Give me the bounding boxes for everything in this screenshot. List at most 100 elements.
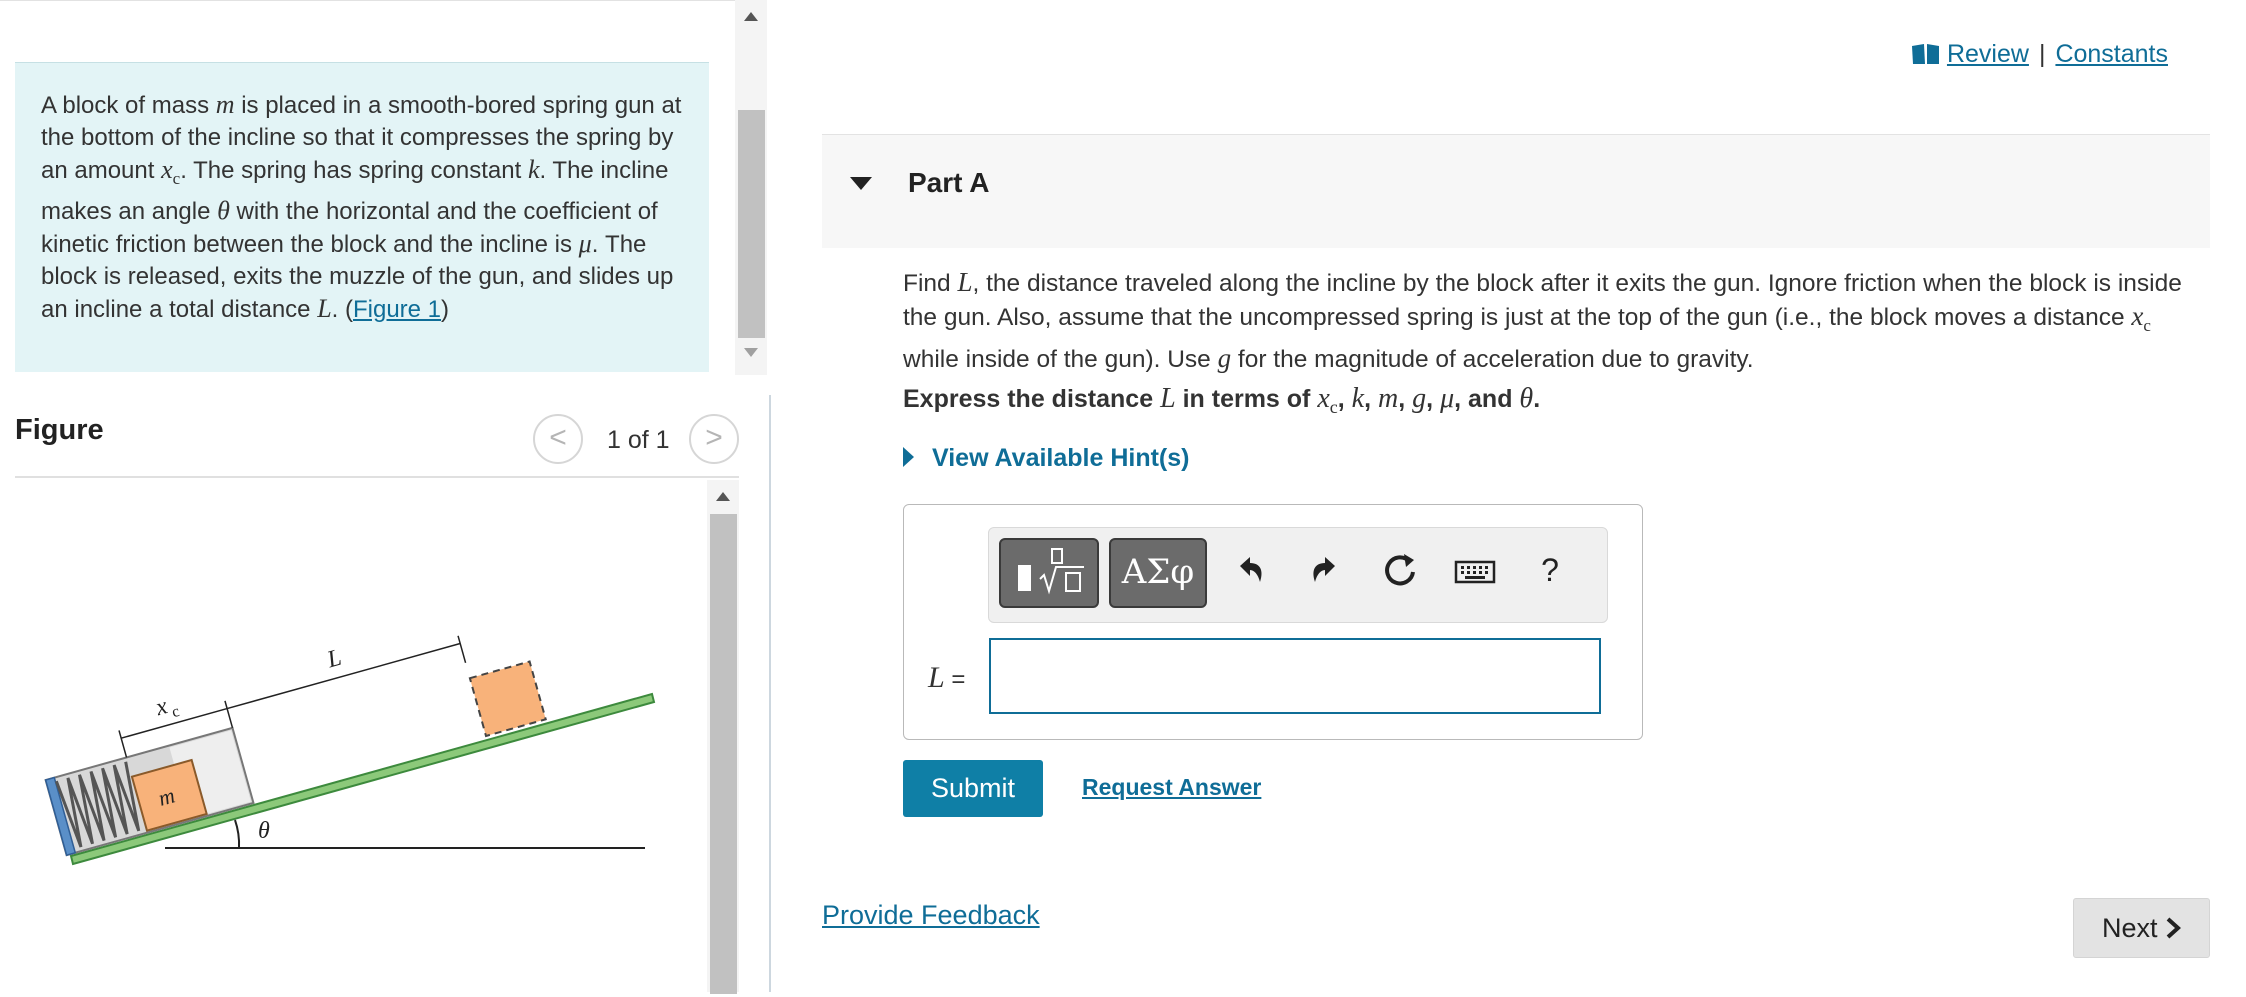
pane-divider[interactable]: [769, 395, 771, 992]
var-xc: x: [1317, 383, 1330, 414]
link-separator: |: [2038, 40, 2046, 68]
instruction-fragment: ,: [1398, 385, 1413, 413]
theta-arc: [234, 819, 241, 849]
chevron-left-icon: <: [549, 421, 567, 454]
problem-text: A block of mass: [41, 92, 216, 119]
incline-diagram: θ m x c L: [44, 635, 656, 866]
view-hints-toggle[interactable]: View Available Hint(s): [903, 444, 1189, 473]
instruction-fragment: ,: [1426, 385, 1441, 413]
question-fragment: Find: [903, 270, 958, 297]
spring-gun: m x c L: [44, 635, 547, 857]
var-m: m: [1378, 383, 1399, 414]
templates-button[interactable]: [999, 538, 1099, 608]
var-xc-subscript: c: [2143, 315, 2151, 335]
var-xc: x: [2131, 301, 2144, 331]
keyboard-icon[interactable]: [1450, 550, 1500, 600]
xc-tick-right: [224, 700, 234, 729]
problem-statement: A block of mass m is placed in a smooth-…: [15, 62, 709, 372]
problem-text: . The spring has spring constant: [180, 157, 528, 184]
var-xc-subscript: c: [1329, 397, 1338, 417]
constants-link[interactable]: Constants: [2055, 40, 2168, 68]
figure-scrollbar[interactable]: [707, 480, 739, 994]
L-dimension-line: [226, 642, 461, 710]
var-theta: θ: [1519, 383, 1534, 414]
review-constants-links: Review | Constants: [1911, 40, 2168, 69]
help-icon[interactable]: ?: [1525, 550, 1575, 600]
undo-glyph: [1240, 557, 1262, 582]
figure-prev-button[interactable]: <: [533, 414, 583, 464]
label-xc-subscript: c: [170, 703, 181, 721]
question-fragment: , the distance traveled along the inclin…: [903, 270, 2182, 331]
answer-input[interactable]: [989, 638, 1601, 714]
part-header[interactable]: Part A: [822, 134, 2210, 248]
figure-counter: 1 of 1: [607, 426, 670, 454]
next-button[interactable]: Next: [2073, 898, 2210, 958]
var-m: m: [215, 90, 235, 119]
problem-scrollbar[interactable]: [735, 0, 767, 375]
review-label: Review: [1946, 40, 2029, 68]
label-xc: x: [152, 693, 171, 721]
figure-image: θ m x c L: [15, 480, 705, 992]
review-link[interactable]: Review: [1911, 40, 2029, 68]
figure-header: Figure < 1 of 1 >: [15, 402, 739, 478]
block-final-position: [468, 660, 547, 738]
scroll-down-arrow[interactable]: [744, 348, 758, 357]
instruction-fragment: , and: [1454, 385, 1520, 413]
var-theta: θ: [217, 195, 230, 225]
instruction-fragment: ,: [1364, 385, 1379, 413]
instruction-fragment: ,: [1337, 385, 1352, 413]
scroll-up-arrow[interactable]: [716, 492, 730, 501]
keyboard-glyph: [1454, 560, 1496, 584]
label-theta: θ: [258, 818, 270, 844]
var-g: g: [1217, 342, 1232, 373]
submit-button[interactable]: Submit: [903, 760, 1043, 817]
provide-feedback-link[interactable]: Provide Feedback: [822, 900, 1040, 931]
book-icon: [1911, 44, 1939, 64]
question-text: Find L, the distance traveled along the …: [903, 266, 2203, 376]
answer-label: L =: [928, 661, 965, 695]
label-L: L: [323, 645, 344, 674]
part-title: Part A: [908, 167, 990, 198]
problem-text: . (: [331, 295, 353, 323]
request-answer-link[interactable]: Request Answer: [1082, 774, 1261, 801]
greek-symbols-button[interactable]: ΑΣφ: [1109, 538, 1207, 608]
chevron-right-icon: >: [705, 421, 723, 454]
math-toolbar: ΑΣφ ?: [988, 527, 1608, 623]
var-k: k: [527, 155, 540, 184]
var-xc: x: [161, 155, 173, 184]
undo-icon[interactable]: [1225, 550, 1275, 600]
var-mu: μ: [578, 228, 592, 258]
question-fragment: while inside of the gun). Use: [903, 345, 1218, 373]
problem-text: ): [441, 295, 450, 323]
scroll-up-arrow[interactable]: [744, 12, 758, 21]
reset-icon[interactable]: [1375, 550, 1425, 600]
caret-right-icon: [903, 447, 914, 467]
templates-icon: [1018, 548, 1084, 595]
answer-box: ΑΣφ ? L =: [903, 504, 1643, 740]
xc-tick-left: [118, 730, 128, 758]
left-pane: A block of mass m is placed in a smooth-…: [0, 0, 771, 994]
var-mu: μ: [1440, 383, 1455, 414]
scrollbar-thumb[interactable]: [738, 110, 765, 338]
scrollbar-thumb[interactable]: [710, 514, 737, 994]
var-L: L: [317, 293, 332, 323]
var-L: L: [1160, 383, 1176, 414]
top-divider: [0, 0, 740, 1]
next-label: Next: [2101, 912, 2158, 943]
L-tick-right: [457, 635, 467, 663]
var-k: k: [1351, 383, 1365, 414]
instruction-fragment: .: [1533, 385, 1541, 413]
reset-glyph: [1385, 554, 1415, 586]
instruction-fragment: in terms of: [1175, 385, 1318, 413]
instruction-fragment: Express the distance: [903, 385, 1161, 413]
answer-equals: =: [944, 666, 966, 693]
redo-icon[interactable]: [1300, 550, 1350, 600]
answer-instruction: Express the distance L in terms of xc, k…: [903, 383, 1540, 418]
answer-variable: L: [928, 661, 945, 694]
collapse-caret-icon[interactable]: [850, 177, 872, 190]
figure-link[interactable]: Figure 1: [353, 296, 441, 323]
redo-glyph: [1313, 557, 1335, 582]
figure-next-button[interactable]: >: [689, 414, 739, 464]
chevron-right-icon: [2166, 917, 2182, 938]
question-fragment: for the magnitude of acceleration due to…: [1231, 345, 1754, 373]
